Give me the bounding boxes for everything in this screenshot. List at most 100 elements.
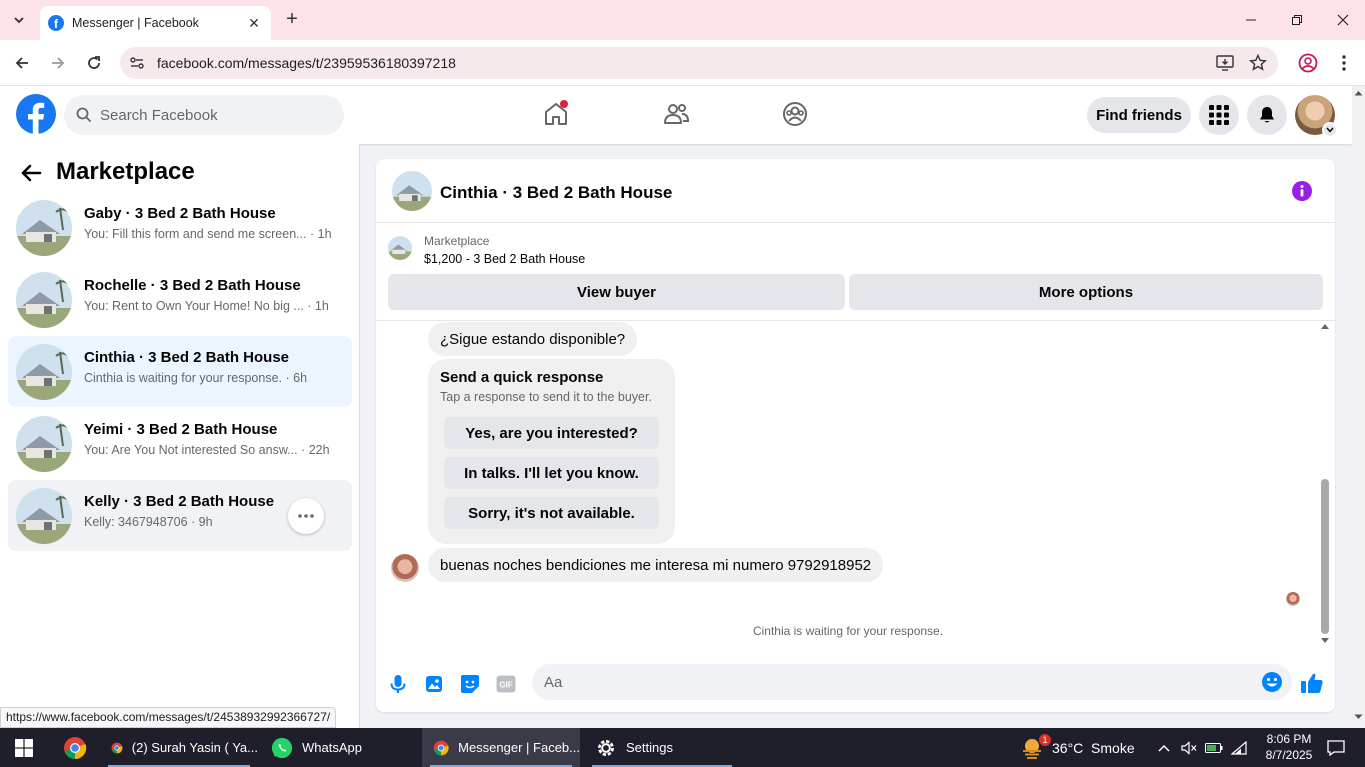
bell-icon — [1260, 107, 1274, 123]
chat-header: Cinthia · 3 Bed 2 Bath House — [376, 159, 1335, 223]
conversation-preview: You: Fill this form and send me screen..… — [84, 227, 332, 241]
scroll-up-arrow[interactable] — [1321, 324, 1329, 329]
whatsapp-icon — [271, 737, 293, 758]
info-icon[interactable] — [1292, 181, 1312, 201]
weather-widget[interactable]: 1 36°C Smoke — [1020, 728, 1144, 767]
windows-logo-icon — [15, 738, 33, 757]
message-input[interactable] — [544, 664, 1244, 700]
chat-panel: Cinthia · 3 Bed 2 Bath House Marketplace… — [376, 159, 1335, 712]
conversation-name: Yeimi · 3 Bed 2 Bath House — [84, 421, 278, 438]
forward-button[interactable] — [46, 51, 70, 75]
close-tab-icon[interactable]: ✕ — [245, 15, 263, 32]
scroll-thumb[interactable] — [1321, 479, 1329, 634]
listing-price[interactable]: $1,200 - 3 Bed 2 Bath House — [424, 252, 585, 266]
notification-center-button[interactable] — [1318, 728, 1354, 767]
taskbar-whatsapp[interactable]: WhatsApp — [260, 728, 418, 767]
conversation-item[interactable]: Rochelle · 3 Bed 2 Bath House You: Rent … — [8, 264, 352, 335]
taskbar-settings[interactable]: Settings — [584, 728, 740, 767]
sticker-button[interactable] — [458, 672, 482, 696]
facebook-logo-icon[interactable] — [16, 94, 56, 134]
volume-button[interactable] — [1178, 728, 1200, 767]
scroll-down-icon[interactable] — [1354, 714, 1363, 720]
page-scrollbar[interactable] — [1352, 86, 1365, 728]
groups-icon — [783, 102, 807, 126]
weather-haze-icon: 1 — [1020, 733, 1051, 760]
taskbar-window-surah[interactable]: (2) Surah Yasin ( Ya... — [100, 728, 258, 767]
quick-response-subtitle: Tap a response to send it to the buyer. — [440, 390, 652, 404]
close-window-button[interactable] — [1328, 8, 1358, 32]
browser-tab-messenger[interactable]: f Messenger | Facebook ✕ — [40, 6, 271, 40]
quick-response-option[interactable]: In talks. I'll let you know. — [444, 457, 659, 489]
nav-friends[interactable] — [656, 94, 696, 134]
conversation-item[interactable]: Yeimi · 3 Bed 2 Bath House You: Are You … — [8, 408, 352, 479]
nav-groups[interactable] — [775, 94, 815, 134]
conversation-item[interactable]: Gaby · 3 Bed 2 Bath House You: Fill this… — [8, 192, 352, 263]
buyer-avatar[interactable] — [391, 554, 419, 582]
taskbar-chrome[interactable] — [52, 728, 98, 767]
clock-time: 8:06 PM — [1266, 732, 1312, 746]
back-button[interactable] — [10, 51, 34, 75]
emoji-icon[interactable] — [1261, 671, 1283, 693]
house-thumbnail — [16, 344, 72, 400]
photo-icon — [426, 676, 442, 692]
conversation-item[interactable]: Kelly · 3 Bed 2 Bath House Kelly: 346794… — [8, 480, 352, 551]
browser-menu-button[interactable] — [1332, 51, 1356, 75]
speaker-muted-icon — [1181, 740, 1197, 755]
nav-home[interactable] — [536, 94, 576, 134]
facebook-favicon-icon: f — [48, 15, 64, 31]
message-thread[interactable]: ¿Sigue estando disponible? Send a quick … — [376, 322, 1335, 647]
find-friends-button[interactable]: Find friends — [1087, 97, 1191, 133]
message-scrollbar[interactable] — [1319, 322, 1333, 647]
message-input-wrapper[interactable] — [532, 664, 1292, 700]
scroll-down-arrow[interactable] — [1321, 638, 1329, 643]
taskbar-window-messenger[interactable]: Messenger | Faceb... — [422, 728, 580, 767]
facebook-search[interactable] — [64, 95, 344, 135]
chevron-down-icon — [1326, 127, 1334, 133]
install-app-icon[interactable] — [1216, 55, 1234, 71]
message-bubble: buenas noches bendiciones me interesa mi… — [428, 548, 884, 582]
network-status[interactable] — [1228, 728, 1250, 767]
conversation-item-selected[interactable]: Cinthia · 3 Bed 2 Bath House Cinthia is … — [8, 336, 352, 407]
new-tab-button[interactable]: + — [280, 8, 304, 32]
show-hidden-icons-button[interactable] — [1154, 728, 1174, 767]
scroll-up-icon[interactable] — [1354, 90, 1363, 96]
clock[interactable]: 8:06 PM 8/7/2025 — [1258, 731, 1320, 763]
address-bar[interactable]: facebook.com/messages/t/2395953618039721… — [120, 47, 1278, 79]
listing-thumbnail[interactable] — [388, 236, 412, 260]
conversation-name: Rochelle · 3 Bed 2 Bath House — [84, 277, 301, 294]
quick-response-option[interactable]: Sorry, it's not available. — [444, 497, 659, 529]
notifications-button[interactable] — [1247, 95, 1287, 135]
bookmark-star-icon[interactable] — [1249, 54, 1267, 72]
minimize-button[interactable] — [1236, 8, 1266, 32]
quick-response-card: Send a quick response Tap a response to … — [428, 359, 675, 544]
start-button[interactable] — [0, 728, 48, 767]
conversation-name: Gaby · 3 Bed 2 Bath House — [84, 205, 276, 222]
reload-button[interactable] — [82, 51, 106, 75]
send-like-button[interactable] — [1300, 671, 1324, 695]
site-settings-icon[interactable] — [129, 55, 145, 71]
search-input[interactable] — [100, 106, 320, 124]
back-arrow-icon[interactable] — [19, 161, 43, 185]
chat-title[interactable]: Cinthia · 3 Bed 2 Bath House — [440, 183, 672, 203]
view-buyer-button[interactable]: View buyer — [388, 274, 845, 310]
conversation-options-button[interactable] — [288, 498, 324, 534]
profile-button[interactable] — [1296, 51, 1320, 75]
account-avatar[interactable] — [1295, 95, 1338, 138]
menu-button[interactable] — [1199, 95, 1239, 135]
gif-button[interactable]: GIF — [494, 672, 518, 696]
profile-icon — [1298, 53, 1318, 73]
more-options-button[interactable]: More options — [849, 274, 1323, 310]
quick-response-option[interactable]: Yes, are you interested? — [444, 417, 659, 449]
microphone-icon — [390, 675, 406, 693]
voice-clip-button[interactable] — [386, 672, 410, 696]
attach-photo-button[interactable] — [422, 672, 446, 696]
battery-status[interactable] — [1203, 728, 1225, 767]
gear-icon — [598, 739, 614, 756]
restore-button[interactable] — [1282, 8, 1312, 32]
clock-date: 8/7/2025 — [1265, 748, 1313, 762]
chat-house-thumbnail[interactable] — [392, 171, 432, 211]
tab-search-button[interactable] — [6, 7, 32, 33]
facebook-header: Find friends — [0, 86, 1352, 144]
chrome-icon — [64, 736, 87, 759]
account-chevron[interactable] — [1322, 122, 1338, 138]
